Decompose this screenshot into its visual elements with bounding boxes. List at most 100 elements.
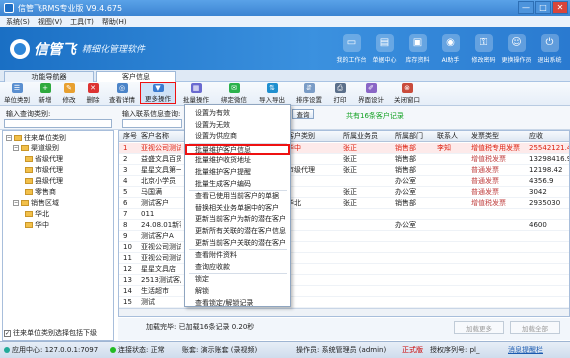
nav-documents[interactable]: ▤ 单据中心: [368, 27, 401, 70]
menu-item[interactable]: 批量生成客户编码: [185, 179, 290, 190]
table-cell: 3042: [529, 188, 547, 196]
column-header[interactable]: 客户名称: [141, 131, 181, 142]
menu-item[interactable]: 更新当前客户为新的潜在客户: [185, 214, 290, 225]
menu-item[interactable]: 设置为有效: [185, 108, 290, 119]
menu-tools[interactable]: 工具(T): [70, 17, 94, 27]
table-cell: 4: [123, 177, 128, 185]
table-cell: [287, 209, 337, 220]
table-cell: [437, 297, 469, 308]
table-cell: [395, 264, 439, 275]
edit-button[interactable]: ✎ 修改: [58, 82, 80, 104]
ui-design-button[interactable]: ✐ 界面设计: [354, 82, 388, 104]
close-window-button[interactable]: ⊗ 关闭窗口: [390, 82, 424, 104]
table-cell: 增值税发票: [471, 155, 506, 163]
unit-category-button[interactable]: ☰ 单位类别: [2, 82, 32, 104]
tree-node-north[interactable]: 华北: [25, 209, 49, 218]
menu-item[interactable]: 解锁: [185, 286, 290, 297]
sort-icon: ⇵: [303, 83, 315, 93]
menu-item[interactable]: 更新所有关联的潜在客户信息: [185, 226, 290, 237]
query-button[interactable]: 查询: [292, 109, 314, 119]
tab-customer-info[interactable]: 客户信息: [96, 71, 176, 82]
table-cell: [287, 231, 337, 242]
table-cell: 李知: [437, 144, 451, 152]
serial-number: 授权序列号: pl_: [430, 346, 480, 354]
table-cell: [529, 242, 569, 253]
table-cell: [287, 154, 337, 165]
nav-password[interactable]: ⚿ 修改密码: [467, 27, 500, 70]
more-actions-button[interactable]: ▼ 更多操作: [140, 82, 176, 104]
tab-navigator[interactable]: 功能导航器: [4, 71, 94, 82]
import-export-button[interactable]: ⇅ 导入导出: [254, 82, 290, 104]
menu-item[interactable]: 替换相关业务单据中的客户: [185, 203, 290, 214]
category-query-input[interactable]: [4, 119, 112, 128]
table-cell: [437, 154, 469, 165]
column-header[interactable]: 联系人: [437, 131, 469, 142]
menu-item[interactable]: 批量维护客户提醒: [185, 167, 290, 178]
notice-link[interactable]: 消息提醒栏: [508, 345, 543, 355]
sort-settings-button[interactable]: ⇵ 排序设置: [292, 82, 326, 104]
batch-actions-button[interactable]: ▦ 批量操作: [178, 82, 214, 104]
logo-slogan: 精细化管理软件: [82, 45, 146, 55]
tree-node-provincial[interactable]: 省级代理: [25, 154, 63, 163]
menu-help[interactable]: 帮助(H): [102, 17, 127, 27]
column-header[interactable]: 发票类型: [471, 131, 527, 142]
menu-item[interactable]: 更新当前客户关联的潜在客户: [185, 238, 290, 249]
menu-item[interactable]: 查看附件资料: [185, 250, 290, 261]
bind-wechat-button[interactable]: ✉ 绑定微信: [216, 82, 252, 104]
load-all-button[interactable]: 加载全部: [510, 321, 560, 334]
menu-item[interactable]: 设置为无效: [185, 120, 290, 131]
tree-node-channel[interactable]: − 渠道级别: [13, 143, 59, 152]
table-cell: 增值税专用发票: [471, 144, 520, 152]
nav-workbench[interactable]: ▭ 我的工作台: [335, 27, 368, 70]
minimize-button[interactable]: —: [518, 1, 534, 14]
nav-exit[interactable]: ⏻ 退出系统: [533, 27, 566, 70]
robot-icon: ◉: [441, 33, 460, 52]
collapse-icon: −: [13, 199, 19, 206]
horizontal-scrollbar[interactable]: [119, 308, 569, 316]
column-header[interactable]: 序号: [123, 131, 137, 142]
column-header[interactable]: 所属业务员: [343, 131, 387, 142]
delete-button[interactable]: ✕ 删除: [82, 82, 104, 104]
menu-item[interactable]: 查看锁定/解锁记录: [185, 298, 290, 309]
tree-node-retail[interactable]: 零售商: [25, 187, 56, 196]
view-detail-button[interactable]: ◎ 查看详情: [106, 82, 138, 104]
menu-item[interactable]: 锁定: [185, 274, 290, 285]
column-header[interactable]: 客户类别: [287, 131, 337, 142]
tree-node-region[interactable]: − 销售区域: [13, 198, 59, 207]
table-cell: 张正: [343, 166, 357, 174]
tree-node-county[interactable]: 县级代理: [25, 176, 63, 185]
nav-switch-user[interactable]: ☺ 更换操作员: [500, 27, 533, 70]
menu-system[interactable]: 系统(S): [6, 17, 30, 27]
include-subcategory-checkbox[interactable]: ✓ 往来单位类别选择包括下级: [4, 328, 97, 338]
menu-item[interactable]: 查询应收款: [185, 262, 290, 273]
table-cell: [437, 220, 469, 231]
menu-item[interactable]: 批量维护收货地址: [185, 155, 290, 166]
table-cell: [343, 231, 387, 242]
tree-node-central[interactable]: 华中: [25, 220, 49, 229]
print-button[interactable]: ⎙ 打印: [328, 82, 352, 104]
tree-root[interactable]: − 往来单位类别: [6, 133, 66, 142]
maximize-button[interactable]: □: [535, 1, 551, 14]
nav-ai[interactable]: ◉ AI助手: [434, 27, 467, 70]
contact-query-input[interactable]: [122, 119, 182, 128]
menu-item[interactable]: 设置为供应商: [185, 131, 290, 142]
menu-item[interactable]: 批量维护客户信息: [185, 143, 290, 155]
table-cell: [287, 253, 337, 264]
box-icon: ▣: [408, 33, 427, 52]
table-cell: 星星文具第一: [141, 166, 181, 174]
nav-inventory[interactable]: ▣ 库存资料: [401, 27, 434, 70]
table-cell: [287, 187, 337, 198]
add-button[interactable]: + 新增: [34, 82, 56, 104]
folder-icon: [25, 166, 33, 173]
column-header[interactable]: 应收: [529, 131, 569, 142]
view-icon: ◎: [116, 83, 128, 93]
table-cell: [471, 297, 527, 308]
table-cell: 北京小学员: [141, 177, 176, 185]
menu-item[interactable]: 查看已使用当前客户的单据: [185, 191, 290, 202]
tree-node-city[interactable]: 市级代理: [25, 165, 63, 174]
load-more-button[interactable]: 加载更多: [454, 321, 504, 334]
close-button[interactable]: ✕: [552, 1, 568, 14]
column-header[interactable]: 所属部门: [395, 131, 439, 142]
app-icon: [4, 3, 14, 13]
menu-view[interactable]: 视图(V): [38, 17, 62, 27]
